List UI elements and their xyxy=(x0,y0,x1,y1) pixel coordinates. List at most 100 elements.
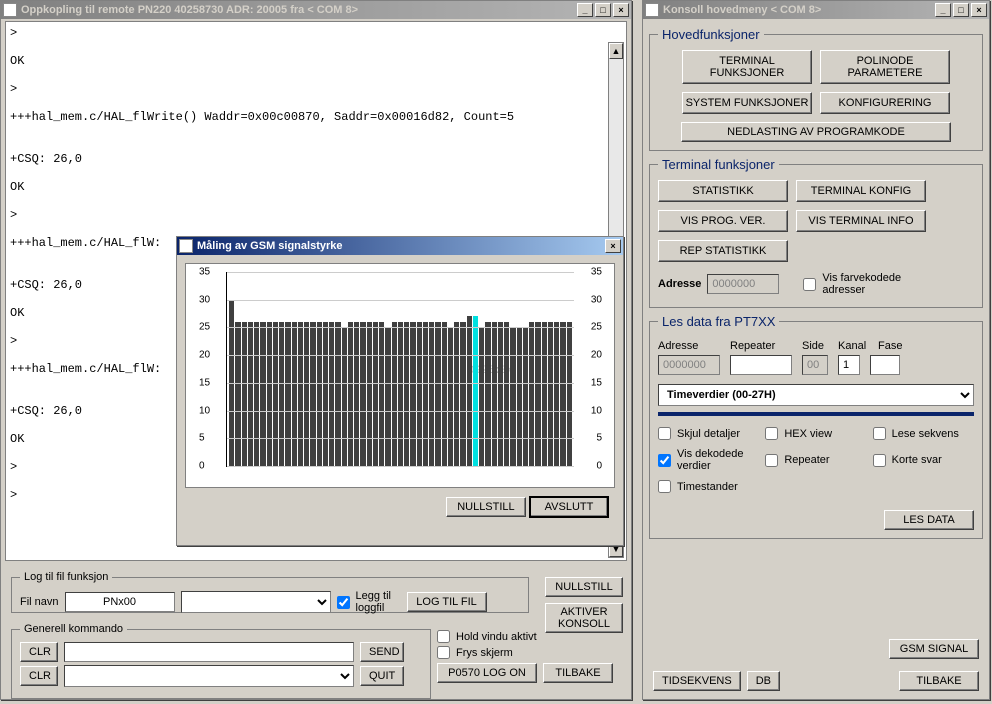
chart-bar xyxy=(435,322,440,466)
chart-bar xyxy=(485,322,490,466)
read-addr-input[interactable] xyxy=(658,355,720,375)
back-button-right[interactable]: TILBAKE xyxy=(899,671,979,691)
terminal-config-button[interactable]: TERMINAL KONFIG xyxy=(796,180,926,202)
h-rep: Repeater xyxy=(730,340,792,352)
timeverdier-select[interactable]: Timeverdier (00-27H) xyxy=(658,384,974,406)
chart-bar xyxy=(248,322,253,466)
scroll-up-icon[interactable]: ▲ xyxy=(609,43,623,59)
gsm-titlebar[interactable]: Måling av GSM signalstyrke × xyxy=(177,237,623,255)
chart-bar xyxy=(454,322,459,466)
tidsekvens-button[interactable]: TIDSEKVENS xyxy=(653,671,741,691)
color-addr-checkbox[interactable] xyxy=(803,278,816,291)
chart-bar xyxy=(310,322,315,466)
chart-bar xyxy=(429,322,434,466)
cb-short[interactable] xyxy=(873,454,886,467)
h-side: Side xyxy=(802,340,828,352)
config-button[interactable]: KONFIGURERING xyxy=(820,92,950,114)
gsm-chart: 0925:04 0055101015152020252530303535 xyxy=(185,263,615,488)
chart-bar xyxy=(448,327,453,466)
minimize-button[interactable]: _ xyxy=(577,3,593,17)
system-func-button[interactable]: SYSTEM FUNKSJONER xyxy=(682,92,812,114)
download-button[interactable]: NEDLASTING AV PROGRAMKODE xyxy=(681,122,951,142)
read-data-button[interactable]: LES DATA xyxy=(884,510,974,530)
chart-bar xyxy=(417,322,422,466)
chart-bar xyxy=(298,322,303,466)
chart-bar xyxy=(479,327,484,466)
cmd2-select[interactable] xyxy=(64,665,354,687)
chart-bar xyxy=(392,322,397,466)
log-legend: Log til fil funksjon xyxy=(20,571,112,583)
polinode-param-button[interactable]: POLINODE PARAMETERE xyxy=(820,50,950,84)
cb-decoded[interactable] xyxy=(658,454,671,467)
hold-window-checkbox[interactable] xyxy=(437,630,450,643)
maximize-button[interactable]: □ xyxy=(595,3,611,17)
freeze-checkbox[interactable] xyxy=(437,646,450,659)
read-kanal-input[interactable] xyxy=(838,355,860,375)
reset-button[interactable]: NULLSTILL xyxy=(545,577,623,597)
close-button[interactable]: × xyxy=(613,3,629,17)
send-button[interactable]: SEND xyxy=(360,642,404,662)
chart-bar xyxy=(498,322,503,466)
gsm-close-icon[interactable]: × xyxy=(605,239,621,253)
quit-button[interactable]: QUIT xyxy=(360,666,404,686)
db-button[interactable]: DB xyxy=(747,671,780,691)
cb-read-seq[interactable] xyxy=(873,427,886,440)
clr1-button[interactable]: CLR xyxy=(20,642,58,662)
chart-bar xyxy=(329,322,334,466)
terminal-info-button[interactable]: VIS TERMINAL INFO xyxy=(796,210,926,232)
cmd1-input[interactable] xyxy=(64,642,354,662)
minimize-button[interactable]: _ xyxy=(935,3,951,17)
chart-bar xyxy=(548,322,553,466)
back-button-left[interactable]: TILBAKE xyxy=(543,663,613,683)
chart-bar xyxy=(423,322,428,466)
right-window-titlebar[interactable]: Konsoll hovedmeny < COM 8> _ □ × xyxy=(643,1,989,19)
h-addr: Adresse xyxy=(658,340,720,352)
hold-window-label: Hold vindu aktivt xyxy=(456,631,537,643)
chart-bar xyxy=(385,327,390,466)
cb-timestander[interactable] xyxy=(658,480,671,493)
log-to-file-button[interactable]: LOG TIL FIL xyxy=(407,592,487,612)
chart-bar xyxy=(285,322,290,466)
gsm-signal-button[interactable]: GSM SIGNAL xyxy=(889,639,979,659)
rep-statistics-button[interactable]: REP STATISTIKK xyxy=(658,240,788,262)
chart-bar xyxy=(379,322,384,466)
logon-button[interactable]: P0570 LOG ON xyxy=(437,663,537,683)
filename-input[interactable] xyxy=(65,592,175,612)
chart-reset-button[interactable]: NULLSTILL xyxy=(446,497,526,517)
cb-hide-details[interactable] xyxy=(658,427,671,440)
chart-bar xyxy=(342,327,347,466)
app-icon xyxy=(179,239,193,253)
read-legend: Les data fra PT7XX xyxy=(658,314,779,329)
append-checkbox[interactable] xyxy=(337,596,350,609)
terminal-func-button[interactable]: TERMINAL FUNKSJONER xyxy=(682,50,812,84)
chart-bar xyxy=(492,322,497,466)
cb-hex-view[interactable] xyxy=(765,427,778,440)
read-fase-input[interactable] xyxy=(870,355,900,375)
general-legend: Generell kommando xyxy=(20,623,127,635)
address-display xyxy=(707,274,779,294)
gsm-title: Måling av GSM signalstyrke xyxy=(197,240,603,252)
h-fase: Fase xyxy=(878,340,908,352)
chart-bar xyxy=(404,322,409,466)
chart-bar xyxy=(535,322,540,466)
read-repeater-input[interactable] xyxy=(730,355,792,375)
close-button[interactable]: × xyxy=(971,3,987,17)
maximize-button[interactable]: □ xyxy=(953,3,969,17)
chart-bar xyxy=(460,322,465,466)
chart-close-button[interactable]: AVSLUTT xyxy=(529,496,609,518)
chart-bar xyxy=(323,322,328,466)
clr2-button[interactable]: CLR xyxy=(20,666,58,686)
address-label: Adresse xyxy=(658,278,701,290)
color-addr-label: Vis farvekodede adresser xyxy=(822,272,922,296)
prog-version-button[interactable]: VIS PROG. VER. xyxy=(658,210,788,232)
left-window-title: Oppkopling til remote PN220 40258730 ADR… xyxy=(21,4,575,16)
chart-bar xyxy=(529,322,534,466)
left-window-titlebar[interactable]: Oppkopling til remote PN220 40258730 ADR… xyxy=(1,1,631,19)
cb-repeater[interactable] xyxy=(765,454,778,467)
chart-bar xyxy=(567,322,572,466)
read-side-input[interactable] xyxy=(802,355,828,375)
statistics-button[interactable]: STATISTIKK xyxy=(658,180,788,202)
filename-label: Fil navn xyxy=(20,596,59,608)
chart-bar xyxy=(360,322,365,466)
log-select[interactable] xyxy=(181,591,331,613)
